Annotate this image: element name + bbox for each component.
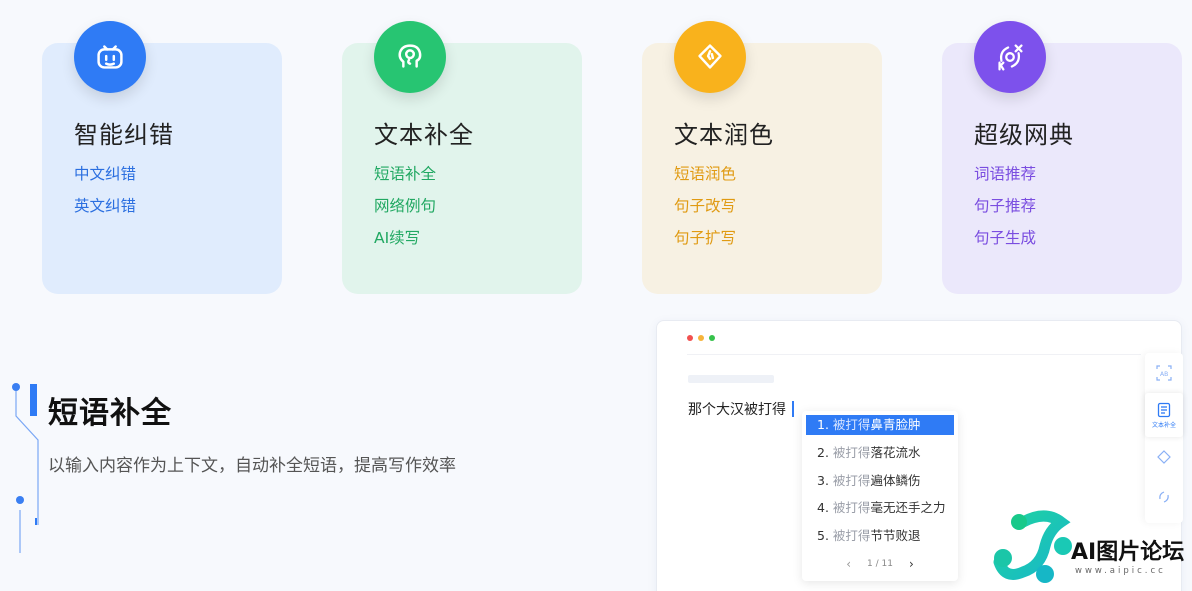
card-super-dictionary[interactable]: 超级网典 词语推荐 句子推荐 句子生成 [942,21,1182,294]
watermark-url: www.aipic.cc [1075,566,1166,576]
typed-text: 那个大汉被打得 [688,402,786,418]
editor-text[interactable]: 那个大汉被打得 [688,399,794,419]
robot-icon [74,21,146,93]
link-web-examples[interactable]: 网络例句 [374,195,436,227]
maximize-dot[interactable] [709,335,715,341]
card-smart-correction[interactable]: 智能纠错 中文纠错 英文纠错 [42,21,282,294]
feature-title: 短语补全 [48,396,172,431]
link-sentence-rewrite[interactable]: 句子改写 [674,195,736,227]
tool-correction[interactable]: AB [1145,353,1183,393]
divider [687,354,1141,355]
card-text-completion[interactable]: 文本补全 短语补全 网络例句 AI续写 [342,21,582,294]
text-caret [792,401,794,417]
card-title: 文本补全 [374,121,474,149]
suggestion-item[interactable]: 2. 被打得落花流水 [806,442,954,470]
placeholder-bar [688,375,774,383]
link-english-correction[interactable]: 英文纠错 [74,195,136,227]
logo-mark-icon [993,510,1072,583]
diamond-icon [674,21,746,93]
suggestion-item[interactable]: 1. 被打得鼻青脸肿 [806,415,954,435]
diamond-icon [1157,450,1171,464]
link-word-recommend[interactable]: 词语推荐 [974,163,1036,195]
link-phrase-completion[interactable]: 短语补全 [374,163,436,195]
card-title: 超级网典 [974,121,1074,149]
watermark-text: AI图片论坛 [1071,540,1185,565]
side-toolbar: AB 文本补全 [1145,353,1183,523]
link-ai-continue[interactable]: AI续写 [374,227,436,259]
chevron-left-icon[interactable]: ‹ [846,557,851,571]
suggestion-item[interactable]: 4. 被打得毫无还手之力 [806,497,954,525]
scan-ab-icon: AB [1156,365,1172,381]
tool-text-completion[interactable]: 文本补全 [1145,393,1183,437]
link-sentence-generate[interactable]: 句子生成 [974,227,1036,259]
dictionary-cycle-icon [974,21,1046,93]
svg-text:AB: AB [1160,371,1168,378]
suggestion-item[interactable]: 3. 被打得遍体鳞伤 [806,470,954,498]
window-controls [687,335,715,341]
card-title: 智能纠错 [74,121,174,149]
card-title: 文本润色 [674,121,774,149]
card-text-polish[interactable]: 文本润色 短语润色 句子改写 句子扩写 [642,21,882,294]
document-icon [1157,402,1171,417]
link-chinese-correction[interactable]: 中文纠错 [74,163,136,195]
tool-polish[interactable] [1145,437,1183,477]
watermark: AI图片论坛 www.aipic.cc [983,510,1192,591]
link-sentence-recommend[interactable]: 句子推荐 [974,195,1036,227]
close-dot[interactable] [687,335,693,341]
pagination: ‹ 1 / 11 › [802,557,958,571]
page-indicator: 1 / 11 [867,559,893,569]
suggestion-item[interactable]: 5. 被打得节节败退 [806,525,954,553]
head-bulb-icon [374,21,446,93]
link-sentence-expand[interactable]: 句子扩写 [674,227,736,259]
suggestion-dropdown: 1. 被打得鼻青脸肿 2. 被打得落花流水 3. 被打得遍体鳞伤 4. 被打得毫… [802,411,958,581]
tool-label: 文本补全 [1151,421,1176,429]
minimize-dot[interactable] [698,335,704,341]
link-phrase-polish[interactable]: 短语润色 [674,163,736,195]
chevron-right-icon[interactable]: › [909,557,914,571]
feature-description: 以输入内容作为上下文，自动补全短语，提高写作效率 [48,456,456,476]
cycle-icon [1159,491,1169,503]
